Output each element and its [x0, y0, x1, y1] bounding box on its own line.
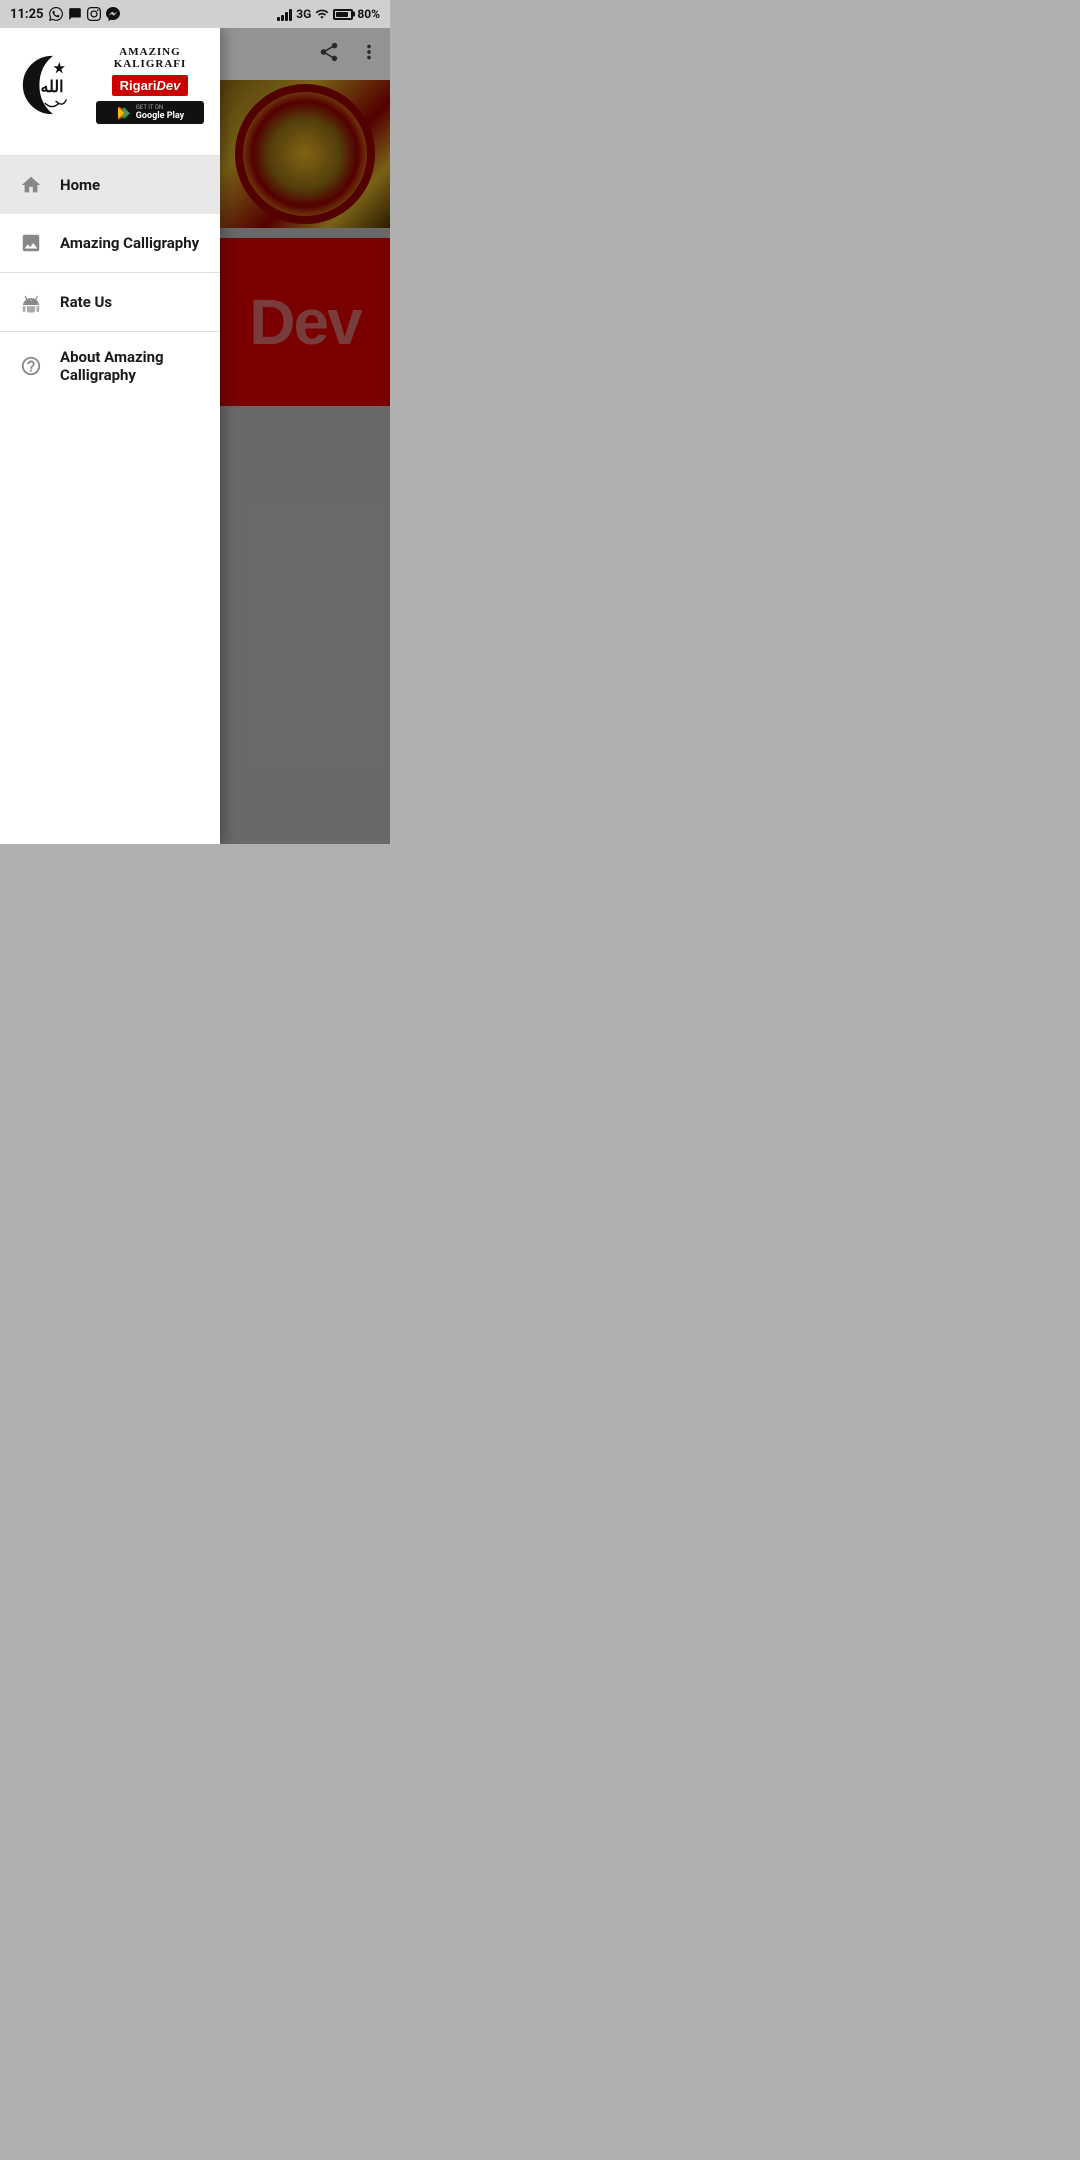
battery-indicator [333, 9, 353, 20]
app-container: Dev الله AMAZIN [0, 28, 390, 844]
signal-bars [277, 7, 292, 21]
network-type: 3G [296, 7, 311, 21]
play-store-icon [116, 105, 132, 121]
google-play-badge[interactable]: GET IT ON Google Play [96, 101, 204, 124]
drawer-header: الله AMAZING KALIGRAFI RigariDev [0, 28, 220, 156]
messenger-icon [106, 7, 120, 21]
help-icon [18, 353, 44, 379]
nav-item-amazing-calligraphy[interactable]: Amazing Calligraphy [0, 214, 220, 272]
rate-us-label: Rate Us [60, 293, 112, 311]
navigation-drawer: الله AMAZING KALIGRAFI RigariDev [0, 28, 220, 844]
status-right: 3G 80% [277, 7, 380, 21]
nav-item-about[interactable]: About Amazing Calligraphy [0, 332, 220, 400]
whatsapp-icon [49, 7, 63, 21]
status-bar: 11:25 3G 80% [0, 0, 390, 28]
app-logo: الله [16, 49, 88, 121]
nav-item-rate-us[interactable]: Rate Us [0, 273, 220, 331]
home-label: Home [60, 176, 100, 194]
chat-icon [68, 7, 82, 21]
header-right: AMAZING KALIGRAFI RigariDev G [96, 46, 204, 124]
image-icon [18, 230, 44, 256]
home-icon [18, 172, 44, 198]
app-title: AMAZING KALIGRAFI [96, 46, 204, 70]
drawer-scrim[interactable] [220, 28, 390, 844]
android-icon [18, 289, 44, 315]
battery-percent: 80% [357, 7, 380, 21]
rigari-dev-badge: RigariDev [112, 75, 189, 96]
nav-item-home[interactable]: Home [0, 156, 220, 214]
drawer-header-top: الله AMAZING KALIGRAFI RigariDev [16, 46, 204, 124]
about-label: About Amazing Calligraphy [60, 348, 202, 384]
svg-text:الله: الله [41, 79, 64, 96]
amazing-calligraphy-label: Amazing Calligraphy [60, 234, 199, 252]
status-left: 11:25 [10, 7, 120, 22]
wifi-icon [315, 7, 329, 21]
time-display: 11:25 [10, 7, 44, 22]
instagram-icon [87, 7, 101, 21]
